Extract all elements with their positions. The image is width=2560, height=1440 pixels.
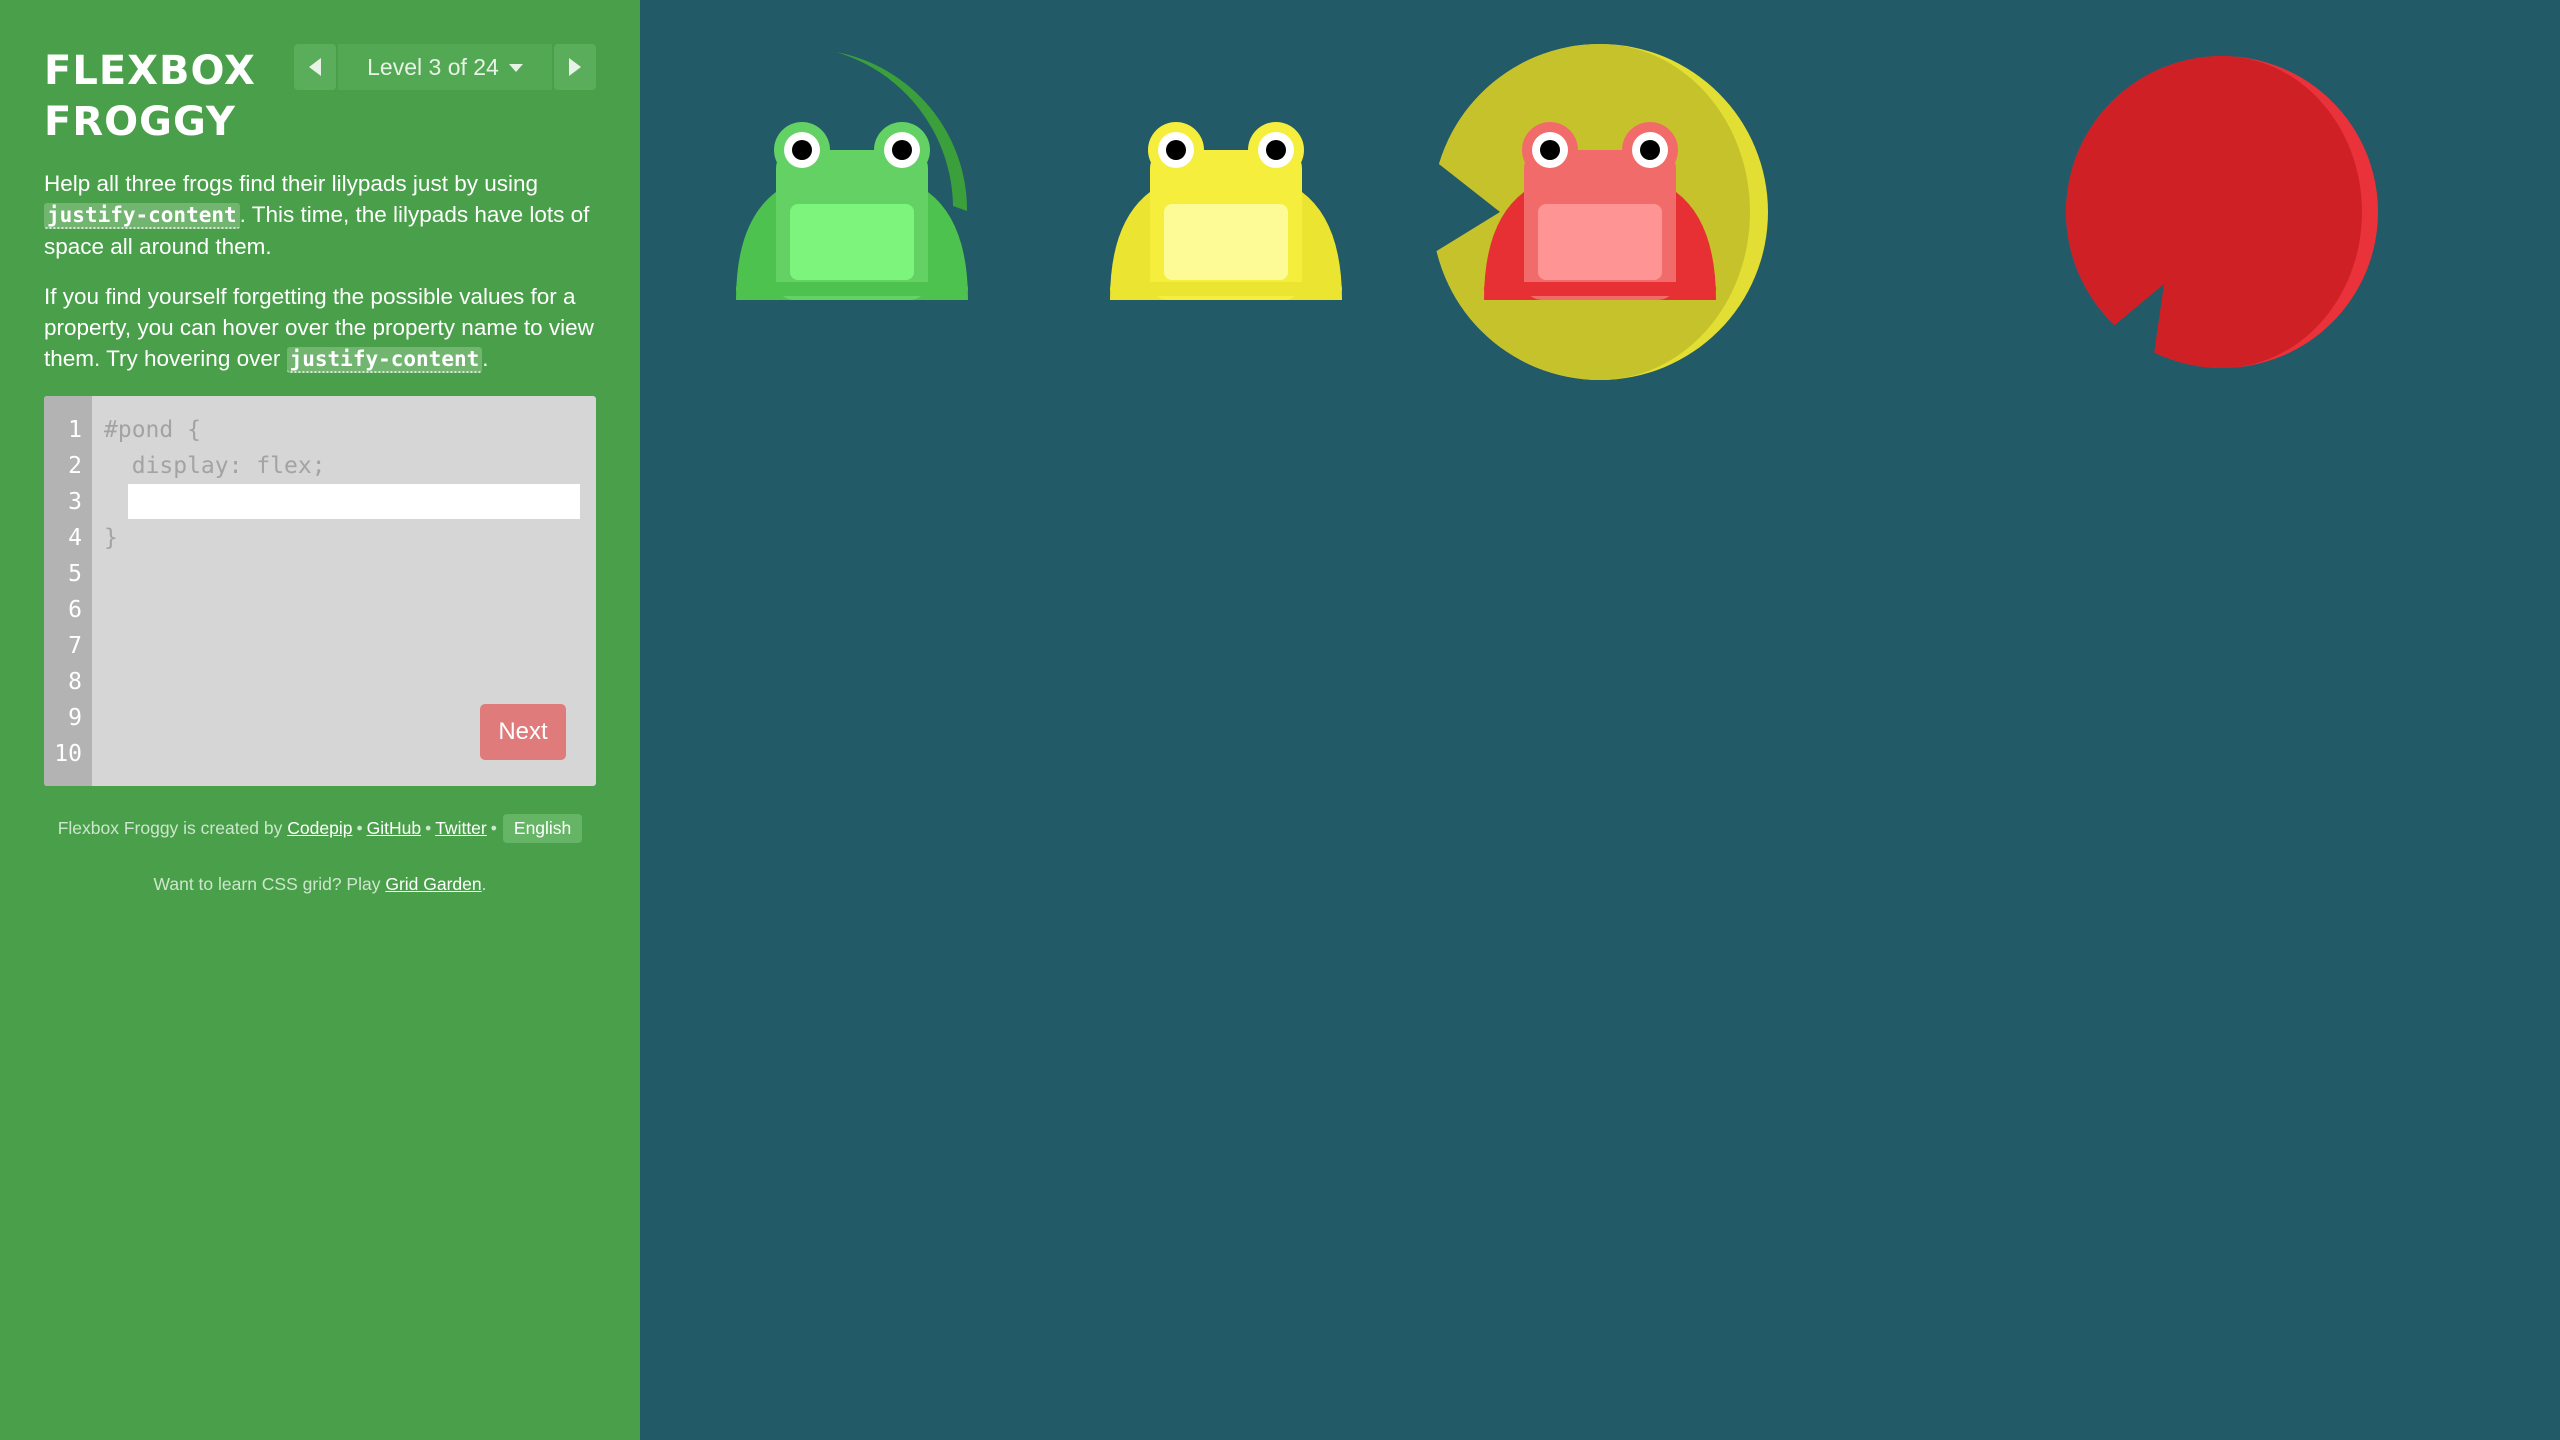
line-number: 9 (68, 705, 82, 731)
line-number: 5 (68, 561, 82, 587)
level-navigation: Level 3 of 24 (294, 44, 596, 90)
yellow-frog (1110, 122, 1342, 300)
code-line-closing-brace: } (104, 525, 118, 551)
green-frog (736, 122, 968, 300)
logo-line-1: FLEXBOX (44, 48, 256, 94)
grid-garden-link[interactable]: Grid Garden (385, 874, 481, 894)
logo: FLEXBOX FROGGY (44, 46, 256, 148)
line-number: 6 (68, 597, 82, 623)
line-numbers: 1 2 3 4 5 6 7 8 9 10 (44, 396, 92, 786)
separator: • (425, 818, 432, 838)
line-number: 10 (54, 741, 82, 767)
separator: • (490, 818, 497, 838)
grid-garden-promo: Want to learn CSS grid? Play Grid Garden… (0, 874, 640, 895)
css-editor: 1 2 3 4 5 6 7 8 9 10 #pond { display: fl… (44, 396, 596, 786)
code-line-selector: #pond { (104, 417, 201, 443)
github-link[interactable]: GitHub (367, 818, 421, 838)
line-number: 1 (68, 417, 82, 443)
line-number: 2 (68, 453, 82, 479)
promo-text: . (481, 874, 487, 894)
property-help-justify-content[interactable]: justify-content (286, 347, 483, 373)
arrow-right-icon (569, 58, 581, 76)
line-number: 4 (68, 525, 82, 551)
instructions-paragraph-1: Help all three frogs find their lilypads… (44, 168, 604, 262)
next-button[interactable]: Next (480, 704, 566, 760)
arrow-left-icon (309, 58, 321, 76)
codepip-link[interactable]: Codepip (287, 818, 352, 838)
property-help-justify-content[interactable]: justify-content (44, 203, 240, 229)
promo-text: Want to learn CSS grid? Play (153, 874, 386, 894)
caret-down-icon (508, 64, 523, 72)
previous-level-button[interactable] (294, 44, 336, 90)
line-number: 7 (68, 633, 82, 659)
credits: Flexbox Froggy is created by Codepip • Git… (0, 814, 640, 843)
code-line-display: display: flex; (104, 453, 326, 479)
line-number: 3 (68, 489, 82, 515)
line-number: 8 (68, 669, 82, 695)
red-lilypad (2066, 56, 2378, 368)
language-button[interactable]: English (502, 814, 583, 843)
separator: • (356, 818, 363, 838)
red-frog (1484, 122, 1716, 300)
twitter-link[interactable]: Twitter (435, 818, 487, 838)
instructions-text: . (482, 346, 489, 371)
level-label: Level 3 of 24 (367, 53, 499, 80)
pond (640, 0, 2560, 1440)
next-level-button[interactable] (554, 44, 596, 90)
logo-line-2: FROGGY (44, 99, 236, 145)
instructions-text: Help all three frogs find their lilypads… (44, 171, 539, 196)
level-dropdown[interactable]: Level 3 of 24 (338, 44, 552, 90)
sidebar: FLEXBOX FROGGY Level 3 of 24 Help all th… (0, 0, 640, 1440)
css-code-input[interactable] (128, 484, 580, 519)
credits-text: Flexbox Froggy is created by (57, 818, 288, 838)
instructions-paragraph-2: If you find yourself forgetting the poss… (44, 281, 604, 375)
